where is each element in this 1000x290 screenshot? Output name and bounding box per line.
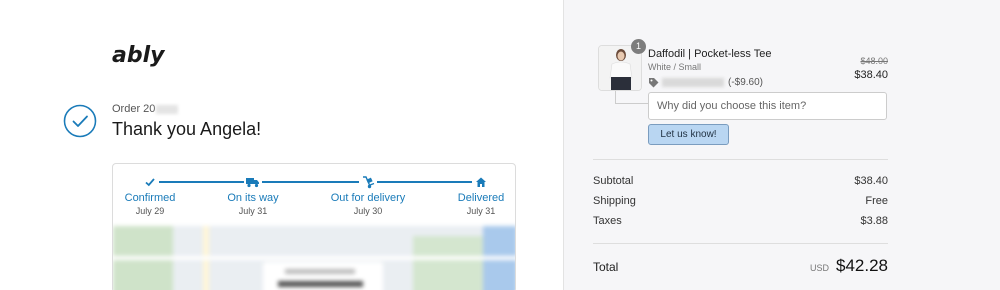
tag-icon — [649, 77, 659, 87]
total-divider — [593, 243, 888, 244]
ably-logo[interactable]: ably — [112, 38, 172, 78]
total-value: $42.28 — [836, 256, 888, 275]
sale-price: $38.40 — [854, 69, 888, 81]
home-icon — [476, 177, 486, 187]
order-number-redacted — [156, 104, 179, 114]
let-us-know-button[interactable]: Let us know! — [648, 124, 729, 145]
subtotal-row: Subtotal $38.40 — [593, 175, 888, 187]
feedback-connector — [615, 91, 649, 104]
shipping-row: Shipping Free — [593, 195, 888, 207]
discount-code-redacted — [662, 77, 724, 87]
shipment-tracker: Confirmed July 29 On its way July 31 Out… — [112, 163, 516, 290]
order-summary-panel — [563, 0, 1000, 290]
summary-divider — [593, 159, 888, 160]
tracker-step-confirmed: Confirmed July 29 — [113, 175, 195, 216]
original-price: $48.00 — [860, 56, 888, 66]
total-currency: USD — [809, 263, 829, 273]
quantity-badge: 1 — [631, 39, 646, 54]
order-number: Order 20 — [112, 103, 179, 115]
tracker-step-out-for-delivery: Out for delivery July 30 — [323, 175, 413, 216]
check-icon — [145, 178, 155, 187]
tracker-step-delivered: Delivered July 31 — [436, 175, 515, 216]
total-label: Total — [593, 260, 619, 274]
tracker-progress-line — [151, 181, 479, 183]
taxes-row: Taxes $3.88 — [593, 215, 888, 227]
why-choose-input[interactable] — [648, 92, 887, 120]
order-status-panel: ably Order 20 Thank you Angela! Confirme… — [0, 0, 563, 290]
hand-truck-icon — [362, 175, 374, 188]
thank-you-heading: Thank you Angela! — [112, 119, 262, 139]
product-name: Daffodil | Pocket-less Tee — [648, 48, 772, 60]
discount-amount: (-$9.60) — [728, 76, 764, 88]
order-confirmed-check-icon — [63, 104, 97, 138]
svg-text:ably: ably — [112, 43, 166, 68]
truck-icon — [246, 177, 259, 187]
delivery-map[interactable] — [113, 226, 515, 290]
product-variant: White / Small — [648, 62, 702, 72]
discount-row: (-$9.60) — [648, 76, 763, 88]
tracker-step-on-its-way: On its way July 31 — [208, 175, 298, 216]
